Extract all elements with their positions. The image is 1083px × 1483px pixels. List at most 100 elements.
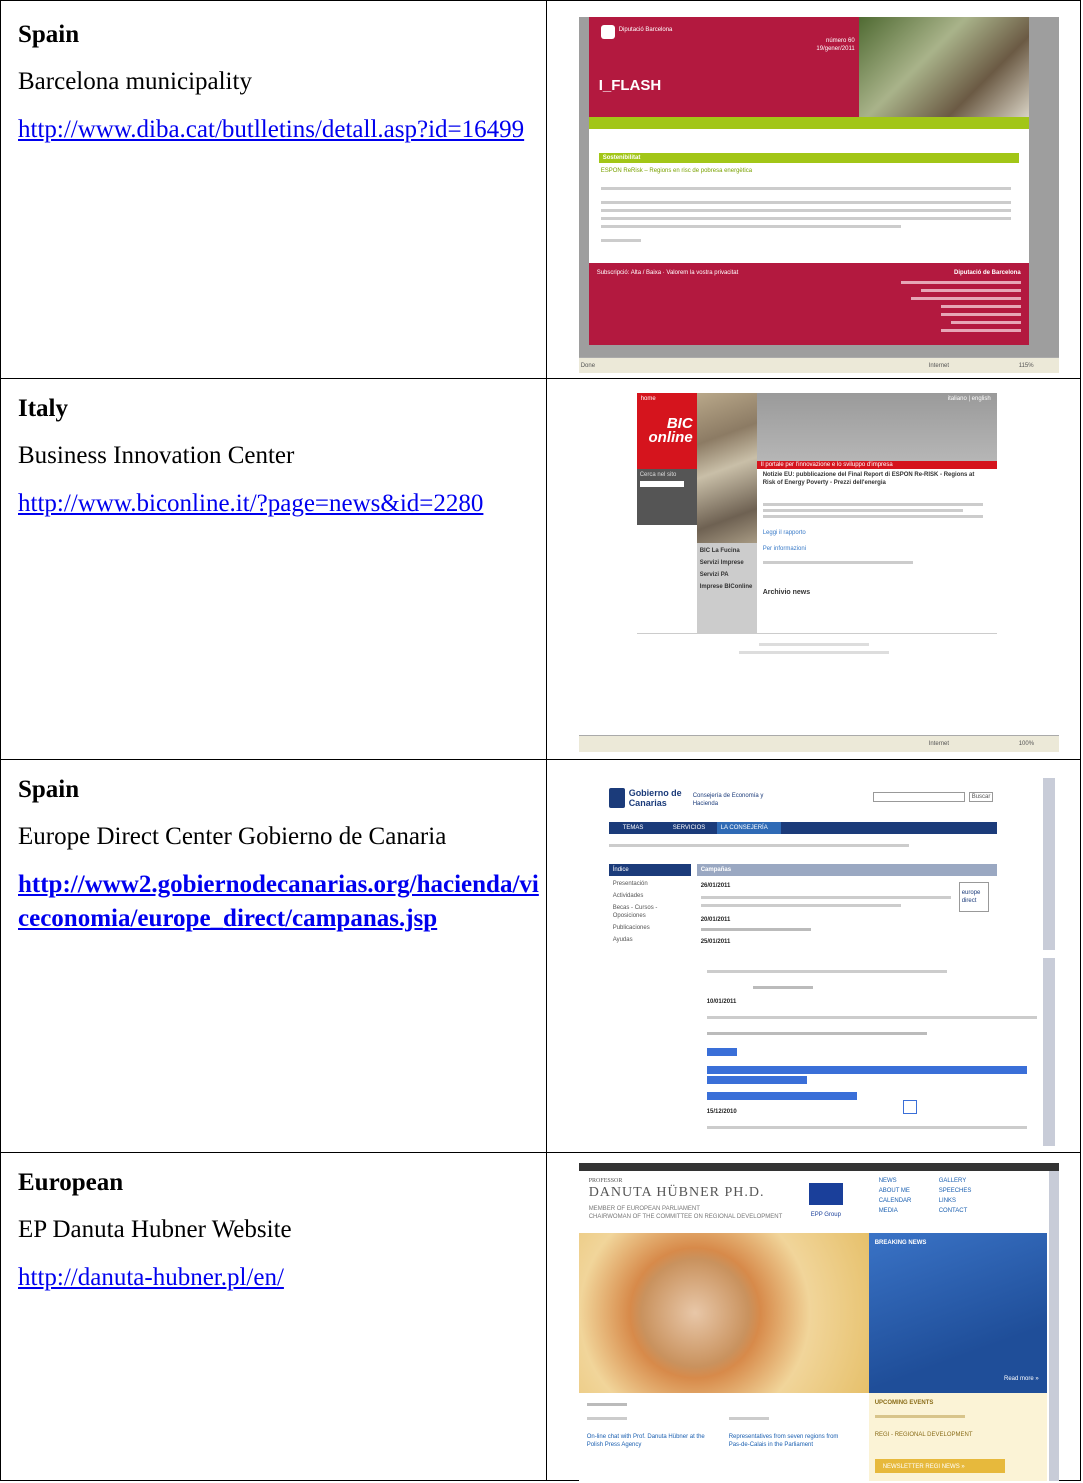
country-label: European [18,1169,124,1196]
section-title: Sostenibilitat [602,155,641,161]
article-headline: ESPON ReRisk – Regions en risc de pobres… [600,168,753,174]
badge-text: europe direct [961,890,981,904]
eu-flag-icon [808,1183,843,1205]
screenshot-cell: PROFESSOR DANUTA HÜBNER PH.D. MEMBER OF … [545,1152,1082,1481]
news-list: On-line chat with Prof. Danuta Hübner at… [578,1393,869,1481]
menu-item: BIC La Fucina [699,548,740,554]
browser-status-bar: Done Internet 115% [578,357,1059,373]
footer-left-text: Subscripció: Alta / Baixa · Valorem la v… [596,270,739,276]
date-entry: 26/01/2011 [700,883,731,889]
index-item: Becas - Cursos - Oposiciones [612,905,658,919]
read-report-link: Leggi il rapporto [762,530,806,536]
organization-label: EP Danuta Hubner Website [18,1216,292,1243]
nav-links: LINKS [938,1198,957,1204]
date-entry: 10/01/2011 [706,999,737,1005]
zoom-text: 115% [1018,363,1034,369]
index-item: Publicaciones [612,925,650,931]
footer-right-text: Diputació de Barcelona [954,270,1021,276]
logo-text: Diputació Barcelona [618,27,673,33]
table-row: Spain Barcelona municipality http://www.… [0,0,1082,379]
expand-icon [902,1100,917,1114]
language-switch: italiano | english [947,396,991,402]
europe-direct-badge: europe direct [958,882,989,912]
index-item: Actividades [612,893,644,899]
screenshot-biconline: home BIC online Cerca nel sito italiano … [578,393,1059,753]
url-link[interactable]: http://www.diba.cat/butlletins/detall.as… [18,113,546,147]
menu-item: Imprese BIConline [699,584,753,590]
links-table: Spain Barcelona municipality http://www.… [0,0,1082,1481]
nav-contact: CONTACT [938,1208,968,1214]
professor-label: PROFESSOR [588,1178,623,1184]
section-title: Campañas [700,867,732,873]
screenshot-cell: Diputació Barcelona I_FLASH I_FLASH núme… [545,0,1082,379]
nav-calendar: CALENDAR [878,1198,912,1204]
screenshot-cell: Gobierno de Canarias Consejería de Econo… [545,759,1082,1153]
info-cell: Italy Business Innovation Center http://… [0,378,547,760]
newsletter-footer: Subscripció: Alta / Baixa · Valorem la v… [588,263,1029,345]
issue-text: número 60 19/gener/2011 [816,38,855,52]
name-heading: DANUTA HÜBNER PH.D. [588,1185,765,1200]
organization-label: Business Innovation Center [18,442,295,469]
search-button: Buscar [968,792,994,802]
url-link[interactable]: http://www2.gobiernodecanarias.org/hacie… [18,868,546,936]
url-link[interactable]: http://danuta-hubner.pl/en/ [18,1261,546,1295]
index-item: Ayudas [612,937,633,943]
zone-text: Internet [928,363,950,369]
date-entry: 15/12/2010 [706,1109,737,1115]
date-entry: 20/01/2011 [700,917,731,923]
organization-label: Europe Direct Center Gobierno de Canaria [18,823,447,850]
archive-link: Archivio news [762,589,811,596]
info-cell: Spain Europe Direct Center Gobierno de C… [0,759,547,1153]
table-row: European EP Danuta Hubner Website http:/… [0,1152,1082,1481]
read-more-link: Read more » [1004,1376,1039,1382]
country-label: Spain [18,776,80,803]
zone-text: Internet [928,741,950,747]
newspaper-image [696,393,757,543]
news-body: Notizie EU: pubblicazione del Final Repo… [756,469,997,633]
zoom-text: 100% [1018,741,1035,747]
news-item-2: Representatives from seven regions from … [728,1434,839,1448]
tab-consejeria: LA CONSEJERÍA [720,825,768,831]
info-cell: European EP Danuta Hubner Website http:/… [0,1152,547,1481]
screenshot-cell: home BIC online Cerca nel sito italiano … [545,378,1082,760]
browser-status-bar: Internet 100% [578,735,1059,752]
info-cell: Spain Barcelona municipality http://www.… [0,0,547,379]
nav-tabs: TEMAS SERVICIOS LA CONSEJERÍA [608,822,997,834]
subtitle-1: MEMBER OF EUROPEAN PARLIAMENT [588,1206,700,1212]
screenshot-hubner: PROFESSOR DANUTA HÜBNER PH.D. MEMBER OF … [578,1163,1059,1481]
newsletter-body: Sostenibilitat ESPON ReRisk – Regions en… [588,129,1029,263]
regi-title: REGI - REGIONAL DEVELOPMENT [874,1432,973,1438]
diputacio-logo-icon [600,25,615,39]
breaking-news-panel: BREAKING NEWS Read more » [868,1233,1047,1393]
epp-logo-text: EPP Group [810,1212,841,1218]
home-link: home [640,396,656,402]
search-label: Cerca nel sito [639,472,677,478]
nav-gallery: GALLERY [938,1178,967,1184]
table-row: Italy Business Innovation Center http://… [0,378,1082,760]
organization-label: Barcelona municipality [18,68,252,95]
nav-about: ABOUT ME [878,1188,910,1194]
date-entry: 25/01/2011 [700,939,731,945]
index-item: Presentación [612,881,648,887]
nav-speeches: SPEECHES [938,1188,972,1194]
newsletter-button: NEWSLETTER REGI NEWS » [882,1464,965,1470]
menu-item: Servizi Imprese [699,560,744,566]
tab-temas: TEMAS [622,825,644,831]
screenshot-barcelona: Diputació Barcelona I_FLASH I_FLASH núme… [578,17,1059,373]
news-item-1: On-line chat with Prof. Danuta Hübner at… [586,1434,705,1448]
country-label: Spain [18,21,80,48]
tab-servicios: SERVICIOS [672,825,706,831]
subtitle-2: CHAIRWOMAN OF THE COMMITTEE ON REGIONAL … [588,1214,783,1220]
menu-item: Servizi PA [699,572,729,578]
header-photo [858,17,1029,117]
breaking-news-title: BREAKING NEWS [874,1240,927,1246]
coat-of-arms-icon [608,788,625,808]
department-text: Consejería de Economía y Hacienda [692,793,764,807]
events-panel: UPCOMING EVENTS REGI - REGIONAL DEVELOPM… [868,1393,1047,1481]
index-title: Índice [612,867,629,873]
upcoming-events-title: UPCOMING EVENTS [874,1400,934,1406]
tagline: Il portale per l'innovazione e lo svilup… [760,462,893,468]
nav-news: NEWS [878,1178,897,1184]
url-link[interactable]: http://www.biconline.it/?page=news&id=22… [18,487,546,521]
nav-media: MEDIA [878,1208,898,1214]
